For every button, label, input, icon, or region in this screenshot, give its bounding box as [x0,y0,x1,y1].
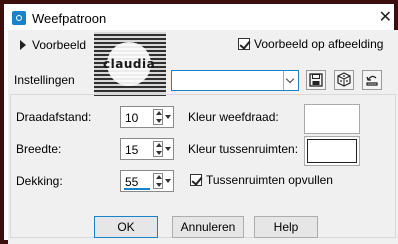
dice-icon [337,72,351,87]
preset-dropdown-button[interactable] [283,71,298,90]
gap-color-swatch-frame [307,139,357,163]
opacity-dropdown-icon[interactable] [165,175,171,187]
opacity-slider-bar[interactable] [124,188,150,190]
weave-color-label: Kleur weefdraad: [188,110,279,124]
width-label: Breedte: [16,142,62,156]
ok-button[interactable]: OK [94,216,158,238]
preview-thumbnail: claudia [94,32,166,96]
random-button[interactable] [334,70,354,90]
cancel-button[interactable]: Annuleren [172,216,244,238]
gap-spinner[interactable]: 10 [120,106,174,128]
opacity-value[interactable]: 55 [125,175,138,189]
fill-gaps-label[interactable]: Tussenruimten opvullen [206,173,333,187]
reset-button[interactable] [362,70,382,90]
fill-gaps-checkbox[interactable] [190,174,202,186]
gap-value[interactable]: 10 [125,111,138,125]
preview-toggle-icon[interactable] [20,40,26,50]
help-button[interactable]: Help [254,216,318,238]
chevron-down-icon [285,74,295,84]
save-preset-button[interactable] [306,70,326,90]
show-on-image-label[interactable]: Voorbeeld op afbeelding [254,37,383,51]
close-icon[interactable]: ✕ [379,8,392,28]
show-on-image-checkbox[interactable] [238,38,250,50]
title-bar: Weefpatroon ✕ [8,8,398,30]
gap-color-label: Kleur tussenruimten: [188,142,299,156]
width-spinner[interactable]: 15 [120,138,174,160]
save-icon [309,73,323,87]
width-stepper-arrows[interactable] [153,141,163,157]
weave-color-swatch[interactable] [304,104,360,134]
window-title: Weefpatroon [32,11,107,26]
opacity-label: Dekking: [16,174,63,188]
settings-label: Instellingen [14,73,75,87]
gap-stepper-arrows[interactable] [153,109,163,125]
dialog-window: Weefpatroon ✕ Voorbeeld claudia Voorbeel… [0,0,398,244]
width-dropdown-icon[interactable] [165,143,171,155]
reset-icon [366,75,378,86]
opacity-stepper-arrows[interactable] [153,173,163,189]
gap-dropdown-icon[interactable] [165,111,171,123]
gap-label: Draadafstand: [16,110,92,124]
dialog-body: Voorbeeld claudia Voorbeeld op afbeeldin… [8,30,398,244]
opacity-spinner[interactable]: 55 [120,170,174,192]
preset-combobox[interactable] [171,70,299,91]
gap-color-swatch[interactable] [304,136,360,166]
preview-label[interactable]: Voorbeeld [32,38,86,52]
thumbnail-text: claudia [103,57,156,71]
app-icon [12,11,26,25]
width-value[interactable]: 15 [125,143,138,157]
